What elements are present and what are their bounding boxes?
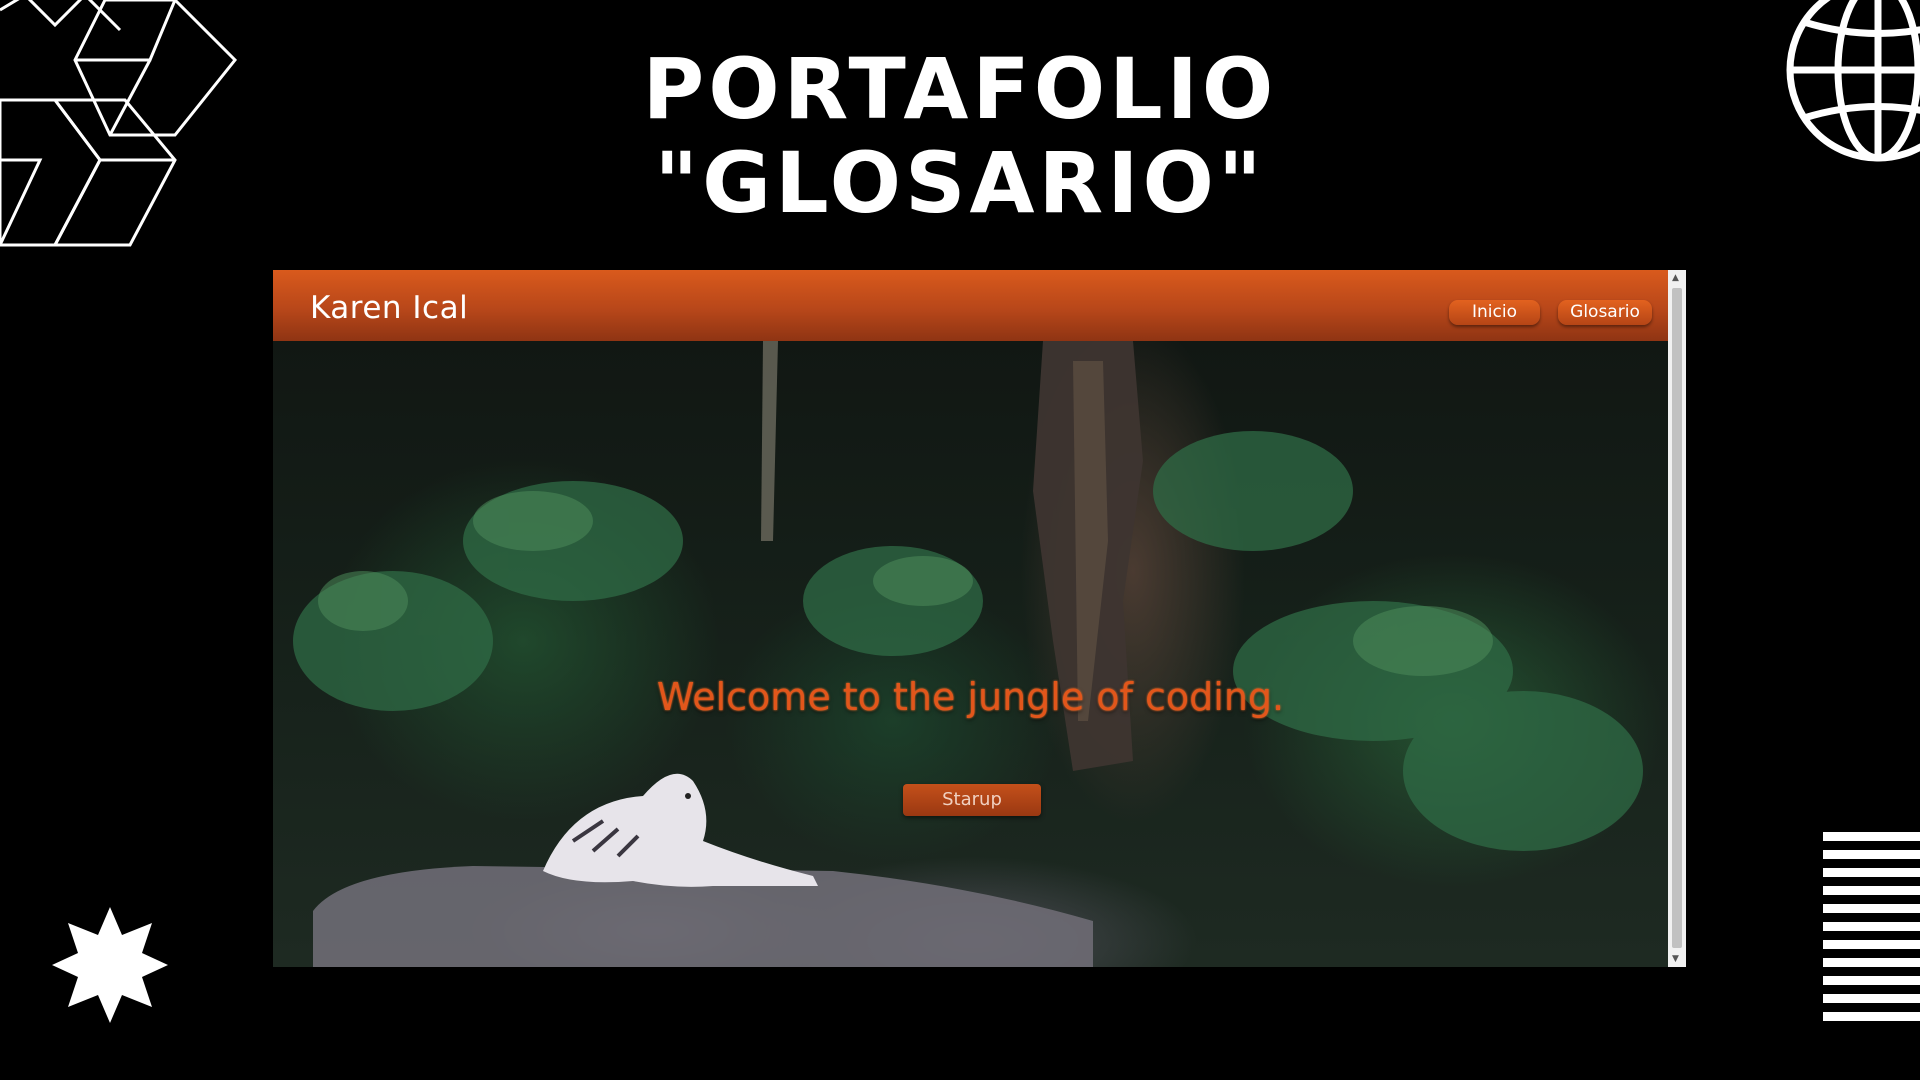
- star-burst-icon: [52, 907, 168, 1023]
- hero-jungle-image: Welcome to the jungle of coding. Starup: [273, 341, 1668, 967]
- slide-title-line-2: "GLOSARIO": [654, 134, 1266, 232]
- striped-lines-icon: [1823, 832, 1920, 1024]
- scroll-thumb[interactable]: [1672, 288, 1682, 948]
- starup-button[interactable]: Starup: [903, 784, 1041, 816]
- hexagon-cubes-icon: [0, 0, 238, 247]
- site-brand[interactable]: Karen Ical: [310, 290, 468, 326]
- slide-title: PORTAFOLIO "GLOSARIO": [0, 42, 1920, 230]
- nav-inicio-button[interactable]: Inicio: [1449, 300, 1540, 325]
- jungle-scene-illustration: [293, 341, 1643, 967]
- nav-glosario-button[interactable]: Glosario: [1558, 300, 1652, 325]
- globe-icon: [1786, 0, 1920, 162]
- website-screenshot: Karen Ical Inicio Glosario Welcome to th…: [273, 270, 1686, 967]
- scroll-down-arrow-icon[interactable]: ▼: [1672, 954, 1679, 964]
- vertical-scrollbar[interactable]: ▲ ▼: [1668, 270, 1686, 967]
- scroll-up-arrow-icon[interactable]: ▲: [1672, 273, 1679, 283]
- slide-title-line-1: PORTAFOLIO: [642, 40, 1278, 138]
- site-header: Karen Ical Inicio Glosario: [273, 270, 1668, 341]
- hero-heading: Welcome to the jungle of coding.: [656, 675, 1285, 719]
- white-tiger-figure: [543, 773, 818, 887]
